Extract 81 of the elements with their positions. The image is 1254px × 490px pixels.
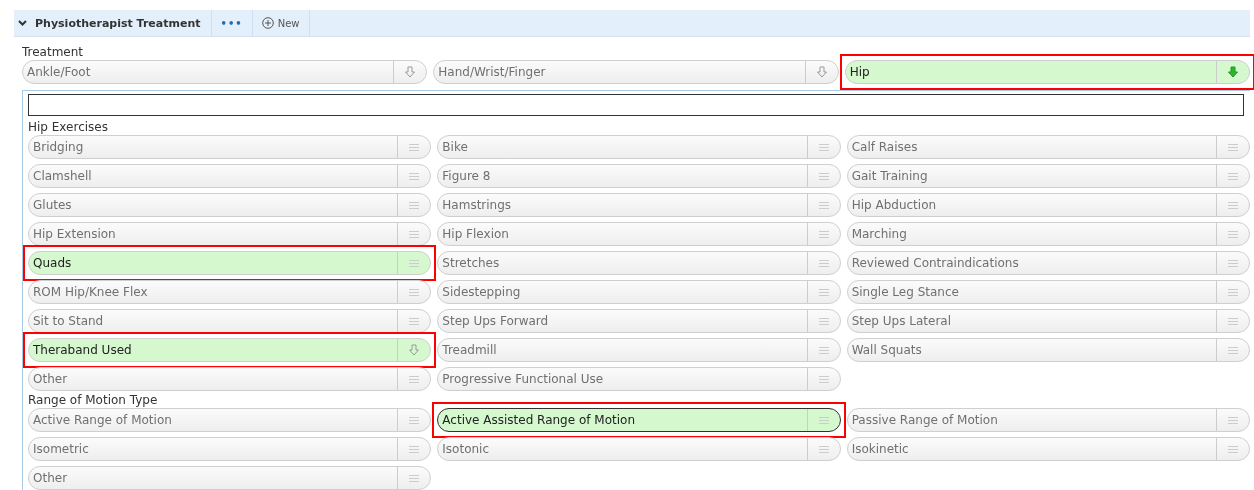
option-item[interactable]: Hip Extension <box>28 222 432 246</box>
lines-icon <box>409 230 420 238</box>
down-arrow-icon <box>405 66 416 78</box>
option-item[interactable]: Other <box>28 367 432 391</box>
new-button[interactable]: New <box>252 10 310 36</box>
option-item[interactable]: Passive Range of Motion <box>846 408 1250 432</box>
lines-icon <box>1228 172 1238 180</box>
option-item[interactable]: Active Range of Motion <box>28 408 432 432</box>
lines-icon <box>818 317 829 325</box>
field-label: Treatment <box>22 45 85 60</box>
chevron-icon <box>18 20 27 26</box>
option-item[interactable]: Theraband Used <box>28 338 432 362</box>
option-item[interactable]: Step Ups Forward <box>437 309 841 333</box>
more-button[interactable]: ••• <box>211 10 253 36</box>
lines-icon <box>818 288 829 296</box>
lines-icon <box>1228 445 1238 453</box>
option-item[interactable]: Reviewed Contraindications <box>846 251 1250 275</box>
option-item[interactable]: Wall Squats <box>846 338 1250 362</box>
lines-icon <box>818 230 829 238</box>
section-toggle[interactable]: Physiotherapist Treatment <box>14 10 212 36</box>
lines-icon <box>818 259 829 267</box>
lines-icon <box>1228 201 1238 209</box>
option-item[interactable]: Glutes <box>28 193 432 217</box>
lines-icon <box>409 143 420 151</box>
option-item[interactable]: Hip Flexion <box>437 222 841 246</box>
lines-icon <box>409 172 420 180</box>
option-item[interactable]: Other <box>28 466 432 490</box>
lines-icon <box>818 143 829 151</box>
option-item[interactable]: Figure 8 <box>437 164 841 188</box>
lines-icon <box>409 317 420 325</box>
plus-circle-icon <box>261 17 274 29</box>
search-field[interactable] <box>28 94 1244 116</box>
option-item[interactable]: Isometric <box>28 437 432 461</box>
option-item[interactable]: Single Leg Stance <box>846 280 1250 304</box>
option-item[interactable]: Step Ups Lateral <box>846 309 1250 333</box>
lines-icon <box>1228 416 1238 424</box>
option-item[interactable]: Hip <box>844 60 1250 84</box>
lines-icon <box>409 288 420 296</box>
option-item[interactable]: Hip Abduction <box>846 193 1250 217</box>
option-item[interactable]: Isokinetic <box>846 437 1250 461</box>
option-item[interactable]: Hand/Wrist/Finger <box>433 60 839 84</box>
lines-icon <box>818 172 829 180</box>
option-item[interactable]: Quads <box>28 251 432 275</box>
group-heading: Hip Exercises <box>28 120 109 135</box>
lines-icon <box>818 201 829 209</box>
option-item[interactable]: Bike <box>437 135 841 159</box>
lines-icon <box>1228 143 1238 151</box>
option-item[interactable]: Calf Raises <box>846 135 1250 159</box>
option-item[interactable]: Isotonic <box>437 437 841 461</box>
lines-icon <box>409 259 420 267</box>
lines-icon <box>409 416 420 424</box>
option-item[interactable]: Ankle/Foot <box>22 60 428 84</box>
down-arrow-icon <box>409 344 420 356</box>
lines-icon <box>1228 259 1238 267</box>
lines-icon <box>818 445 829 453</box>
group-heading: Range of Motion Type <box>28 393 159 408</box>
lines-icon <box>409 375 420 383</box>
lines-icon <box>409 474 420 482</box>
lines-icon <box>1228 288 1238 296</box>
lines-icon <box>409 445 420 453</box>
lines-icon <box>1228 230 1238 238</box>
option-item[interactable]: Active Assisted Range of Motion <box>437 408 841 432</box>
option-item[interactable]: Bridging <box>28 135 432 159</box>
option-item[interactable]: Treadmill <box>437 338 841 362</box>
lines-icon <box>818 416 829 424</box>
down-arrow-icon <box>1228 66 1238 78</box>
lines-icon <box>818 375 829 383</box>
down-arrow-icon <box>816 66 827 78</box>
option-item[interactable]: Gait Training <box>846 164 1250 188</box>
lines-icon <box>409 201 420 209</box>
option-item[interactable]: Clamshell <box>28 164 432 188</box>
lines-icon <box>1228 346 1238 354</box>
option-item[interactable]: Hamstrings <box>437 193 841 217</box>
option-item[interactable]: Marching <box>846 222 1250 246</box>
lines-icon <box>818 346 829 354</box>
option-item[interactable]: Sit to Stand <box>28 309 432 333</box>
option-item[interactable]: ROM Hip/Knee Flex <box>28 280 432 304</box>
lines-icon <box>1228 317 1238 325</box>
option-item[interactable]: Progressive Functional Use <box>437 367 841 391</box>
option-item[interactable]: Stretches <box>437 251 841 275</box>
option-item[interactable]: Sidestepping <box>437 280 841 304</box>
